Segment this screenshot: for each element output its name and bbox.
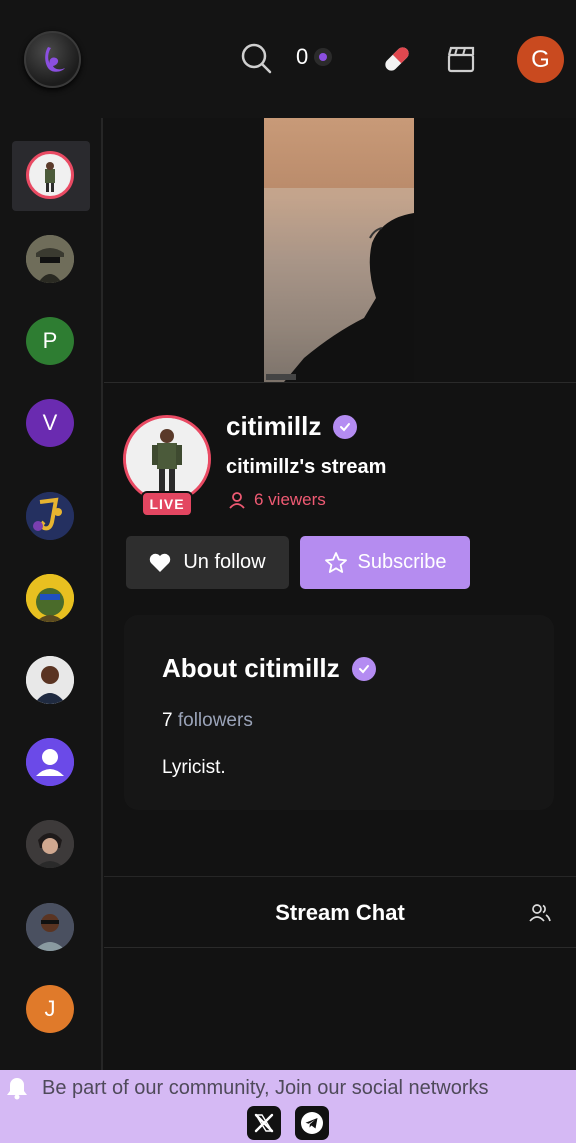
sidebar-item-citimillz[interactable]: [26, 151, 74, 199]
viewer-count: 6 viewers: [228, 490, 326, 510]
sidebar-item-initial: P: [42, 328, 58, 353]
video-player[interactable]: [264, 118, 414, 382]
avatar-image: [30, 155, 70, 195]
heart-icon: [150, 553, 171, 572]
coin-balance[interactable]: 0: [296, 44, 333, 70]
followers-label: followers: [177, 710, 253, 731]
avatar-image: [26, 574, 74, 622]
logo-icon: [44, 46, 65, 72]
sidebar-item-p[interactable]: P: [26, 317, 74, 365]
user-avatar[interactable]: G: [517, 36, 564, 83]
sidebar-item-initial: J: [44, 996, 56, 1021]
top-bar: 0 G: [0, 0, 576, 118]
sidebar-item-channel-6[interactable]: [26, 574, 74, 622]
star-icon: [324, 551, 347, 573]
about-panel: About citimillz 7 followers Lyricist.: [124, 615, 554, 810]
about-title-row: About citimillz: [162, 653, 376, 684]
bell-icon: [7, 1078, 27, 1100]
sidebar-item-channel-2[interactable]: [26, 235, 74, 283]
stream-chat-title: Stream Chat: [275, 900, 405, 925]
avatar-image: [26, 492, 74, 540]
viewer-count-label: 6 viewers: [254, 490, 326, 509]
avatar-image: [126, 418, 208, 500]
unfollow-label: Un follow: [183, 551, 266, 573]
sidebar-item-v[interactable]: V: [26, 399, 74, 447]
sidebar-item-initial: V: [42, 410, 58, 435]
banner-text-row: Be part of our community, Join our socia…: [6, 1076, 488, 1100]
subscribe-label: Subscribe: [357, 551, 447, 573]
verified-icon: [351, 656, 376, 681]
sidebar-item-j[interactable]: J: [26, 985, 74, 1033]
avatar-image: [26, 820, 74, 868]
subscribe-button[interactable]: Subscribe: [300, 536, 470, 589]
app-logo[interactable]: [24, 31, 81, 88]
users-icon[interactable]: [528, 901, 552, 925]
live-badge: LIVE: [141, 491, 193, 517]
user-icon: [229, 492, 245, 509]
x-twitter-icon[interactable]: [247, 1106, 281, 1140]
stream-chat-header: Stream Chat: [104, 876, 576, 948]
streamer-name[interactable]: citimillz: [226, 411, 321, 442]
about-title: About citimillz: [162, 653, 340, 683]
followers-count: 7 followers: [162, 710, 253, 732]
stream-title: citimillz's stream: [226, 456, 387, 478]
sidebar-item-channel-5[interactable]: [26, 492, 74, 540]
avatar-image: [26, 235, 74, 283]
streamer-avatar[interactable]: [123, 415, 211, 503]
search-icon[interactable]: [238, 40, 274, 76]
telegram-icon[interactable]: [295, 1106, 329, 1140]
video-frame: [264, 188, 414, 382]
pill-icon[interactable]: [380, 42, 414, 76]
clapperboard-icon[interactable]: [446, 44, 476, 74]
avatar-image: [26, 903, 74, 951]
sidebar-item-channel-10[interactable]: [26, 903, 74, 951]
default-avatar-icon: [26, 738, 74, 786]
coin-count: 0: [296, 44, 309, 69]
banner-text: Be part of our community, Join our socia…: [42, 1076, 489, 1099]
sidebar-item-channel-7[interactable]: [26, 656, 74, 704]
followed-channels-sidebar: P V J: [0, 118, 103, 1070]
sidebar-item-channel-8[interactable]: [26, 738, 74, 786]
coin-icon: [314, 48, 333, 66]
verified-icon: [333, 414, 358, 439]
streamer-name-row: citimillz: [226, 411, 358, 442]
unfollow-button[interactable]: Un follow: [126, 536, 289, 589]
avatar-image: [26, 656, 74, 704]
followers-number: 7: [162, 710, 173, 731]
community-banner: Be part of our community, Join our socia…: [0, 1070, 576, 1143]
sidebar-item-channel-9[interactable]: [26, 820, 74, 868]
bio-text: Lyricist.: [162, 757, 226, 778]
divider: [104, 382, 576, 383]
